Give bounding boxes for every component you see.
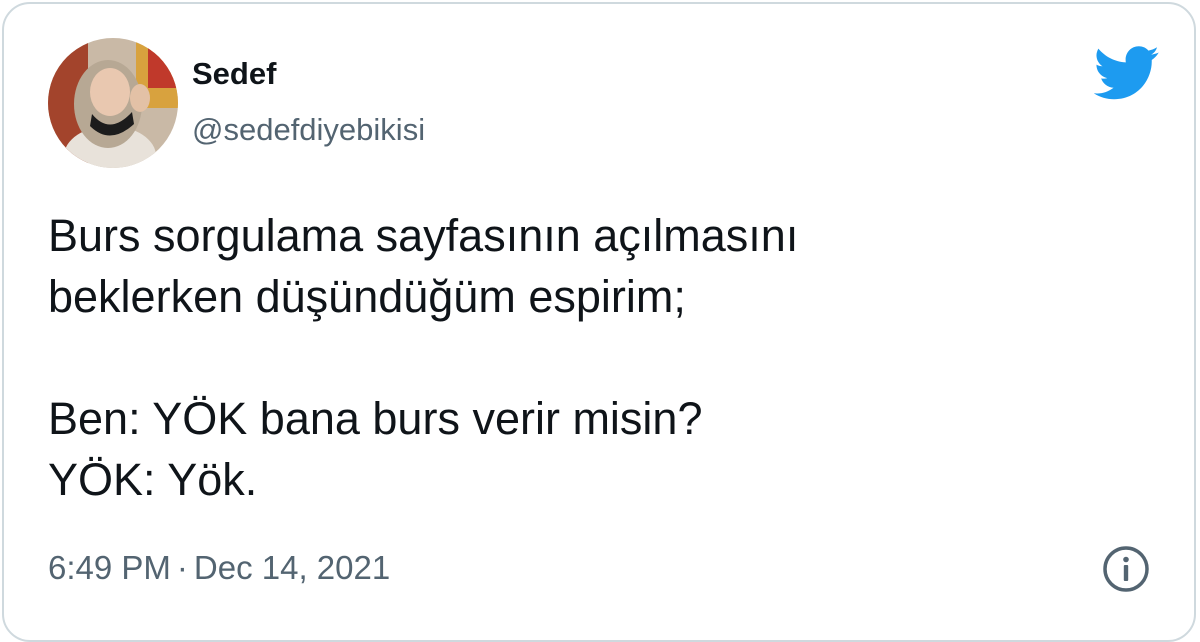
- tweet-date[interactable]: Dec 14, 2021: [194, 549, 390, 586]
- info-icon[interactable]: [1102, 545, 1150, 593]
- author-name[interactable]: Sedef: [192, 54, 276, 94]
- tweet-line: YÖK: Yök.: [48, 454, 258, 505]
- avatar[interactable]: [48, 38, 178, 168]
- tweet-line: [48, 327, 1148, 388]
- tweet-line: Ben: YÖK bana burs verir misin?: [48, 393, 703, 444]
- tweet-text: Burs sorgulama sayfasının açılmasını bek…: [48, 205, 1148, 510]
- author-handle[interactable]: @sedefdiyebikisi: [192, 110, 425, 150]
- tweet-time[interactable]: 6:49 PM: [48, 549, 171, 586]
- timestamp-separator: ·: [176, 549, 188, 586]
- tweet-line: beklerken düşündüğüm espirim;: [48, 271, 686, 322]
- tweet-line: Burs sorgulama sayfasının açılmasını: [48, 210, 799, 261]
- tweet-card: Sedef @sedefdiyebikisi Burs sorgulama sa…: [2, 2, 1196, 642]
- twitter-bird-icon[interactable]: [1093, 46, 1160, 100]
- tweet-timestamp[interactable]: 6:49 PM · Dec 14, 2021: [48, 546, 390, 590]
